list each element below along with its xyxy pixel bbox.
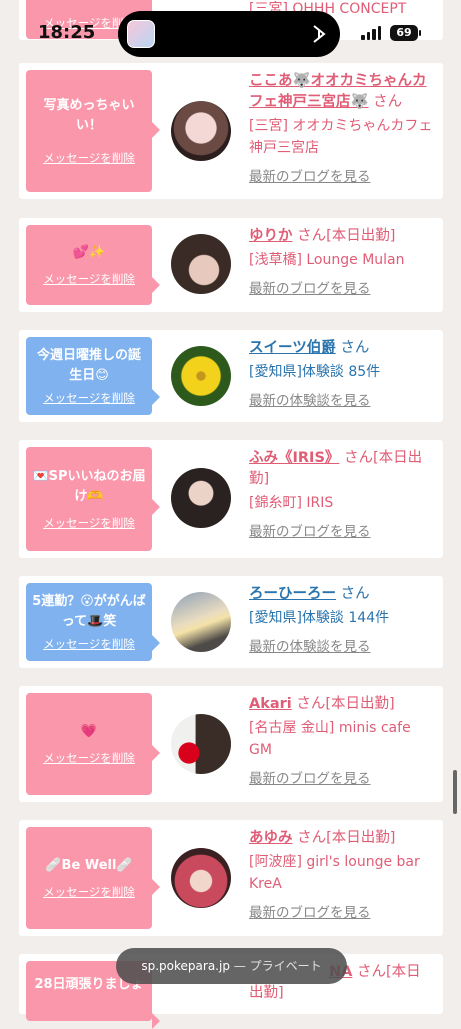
message-text: 💌SPいいねのお届け🫶 <box>32 469 146 504</box>
message-card: 今週日曜推しの誕生日😊 メッセージを削除 スイーツ伯爵 さん [愛知県]体験談 … <box>19 330 443 422</box>
shop-info: [錦糸町] IRIS <box>249 495 334 511</box>
message-bubble: 5連勤？😮ががんばって🎩笑 メッセージを削除 <box>26 583 160 661</box>
url-bar[interactable]: sp.pokepara.jp — プライベート <box>116 948 347 984</box>
delete-message-link[interactable]: メッセージを削除 <box>43 515 135 531</box>
name-suffix: さん <box>340 586 370 602</box>
message-bubble: 💌SPいいねのお届け🫶 メッセージを削除 <box>26 447 160 551</box>
battery-tip <box>419 30 421 36</box>
message-text: 🩹Be Well🩹 <box>45 858 133 873</box>
signal-icon <box>361 26 383 40</box>
name-suffix: さん[本日出勤] <box>296 696 395 712</box>
message-text: 5連勤？😮ががんばって🎩笑 <box>32 594 146 629</box>
avatar[interactable] <box>171 848 231 908</box>
avatar[interactable] <box>171 714 231 774</box>
latest-blog-link[interactable]: 最新のブログを見る <box>249 767 435 787</box>
message-card: 写真めっちゃいい！ メッセージを削除 ここあ🐺オオカミちゃんカフェ神戸三宮店🐺 … <box>19 63 443 199</box>
dynamic-island[interactable] <box>118 11 340 57</box>
scrollbar[interactable] <box>453 770 457 814</box>
avatar[interactable] <box>171 592 231 652</box>
cast-name-link[interactable]: あゆみ <box>249 830 293 846</box>
cast-name-link[interactable]: Akari <box>249 696 292 712</box>
message-card: 5連勤？😮ががんばって🎩笑 メッセージを削除 ろーひーろー さん [愛知県]体験… <box>19 576 443 668</box>
user-name-link[interactable]: ろーひーろー <box>249 586 336 602</box>
name-suffix: さん[本日出勤] <box>297 228 396 244</box>
message-card: 💗 メッセージを削除 Akari さん[本日出勤] [名古屋 金山] minis… <box>19 686 443 802</box>
review-info: [愛知県]体験談 85件 <box>249 364 381 380</box>
name-suffix: さん[本日出勤] <box>297 830 396 846</box>
delete-message-link[interactable]: メッセージを削除 <box>43 150 135 166</box>
message-bubble: 今週日曜推しの誕生日😊 メッセージを削除 <box>26 337 160 415</box>
message-text: 💗 <box>80 724 98 739</box>
latest-blog-link[interactable]: 最新のブログを見る <box>249 277 435 297</box>
url-domain: sp.pokepara.jp <box>141 959 230 973</box>
music-icon <box>313 25 326 43</box>
clock: 18:25 <box>38 22 96 43</box>
delete-message-link[interactable]: メッセージを削除 <box>43 884 135 900</box>
message-bubble: 🩹Be Well🩹 メッセージを削除 <box>26 827 160 929</box>
avatar[interactable] <box>171 101 231 161</box>
delete-message-link[interactable]: メッセージを削除 <box>43 750 135 766</box>
battery-icon: 69 <box>390 25 418 41</box>
delete-message-link[interactable]: メッセージを削除 <box>43 390 135 406</box>
shop-info: [名古屋 金山] minis cafe GM <box>249 720 411 758</box>
delete-message-link[interactable]: メッセージを削除 <box>43 271 135 287</box>
name-suffix: さん <box>373 94 403 110</box>
latest-blog-link[interactable]: 最新のブログを見る <box>249 165 435 185</box>
message-bubble: 💗 メッセージを削除 <box>26 693 160 795</box>
message-text: 今週日曜推しの誕生日😊 <box>36 348 141 383</box>
status-bar: 18:25 69 <box>0 0 461 62</box>
cast-name-link[interactable]: ゆりか <box>249 228 293 244</box>
review-info: [愛知県]体験談 144件 <box>249 610 390 626</box>
app-icon <box>127 20 155 48</box>
message-bubble: 写真めっちゃいい！ メッセージを削除 <box>26 70 160 192</box>
cast-name-link[interactable]: ふみ《IRIS》 <box>249 450 339 466</box>
latest-review-link[interactable]: 最新の体験談を見る <box>249 389 435 409</box>
message-card: 🩹Be Well🩹 メッセージを削除 あゆみ さん[本日出勤] [阿波座] gi… <box>19 820 443 936</box>
message-card: 💕✨ メッセージを削除 ゆりか さん[本日出勤] [浅草橋] Lounge Mu… <box>19 218 443 312</box>
message-text: 💕✨ <box>72 245 106 260</box>
shop-info: [阿波座] girl's lounge bar KreA <box>249 854 420 892</box>
avatar[interactable] <box>171 346 231 406</box>
latest-blog-link[interactable]: 最新のブログを見る <box>249 901 435 921</box>
message-text: 写真めっちゃいい！ <box>43 98 135 133</box>
shop-info: [三宮] オオカミちゃんカフェ神戸三宮店 <box>249 118 433 156</box>
message-bubble: 💕✨ メッセージを削除 <box>26 225 160 305</box>
avatar[interactable] <box>171 468 231 528</box>
latest-blog-link[interactable]: 最新のブログを見る <box>249 520 435 540</box>
shop-info: [浅草橋] Lounge Mulan <box>249 252 405 268</box>
private-label: — プライベート <box>233 959 322 973</box>
latest-review-link[interactable]: 最新の体験談を見る <box>249 635 435 655</box>
message-card: 💌SPいいねのお届け🫶 メッセージを削除 ふみ《IRIS》 さん[本日出勤] [… <box>19 440 443 558</box>
user-name-link[interactable]: スイーツ伯爵 <box>249 340 336 356</box>
delete-message-link[interactable]: メッセージを削除 <box>43 636 135 652</box>
name-suffix: さん <box>340 340 370 356</box>
avatar[interactable] <box>171 234 231 294</box>
